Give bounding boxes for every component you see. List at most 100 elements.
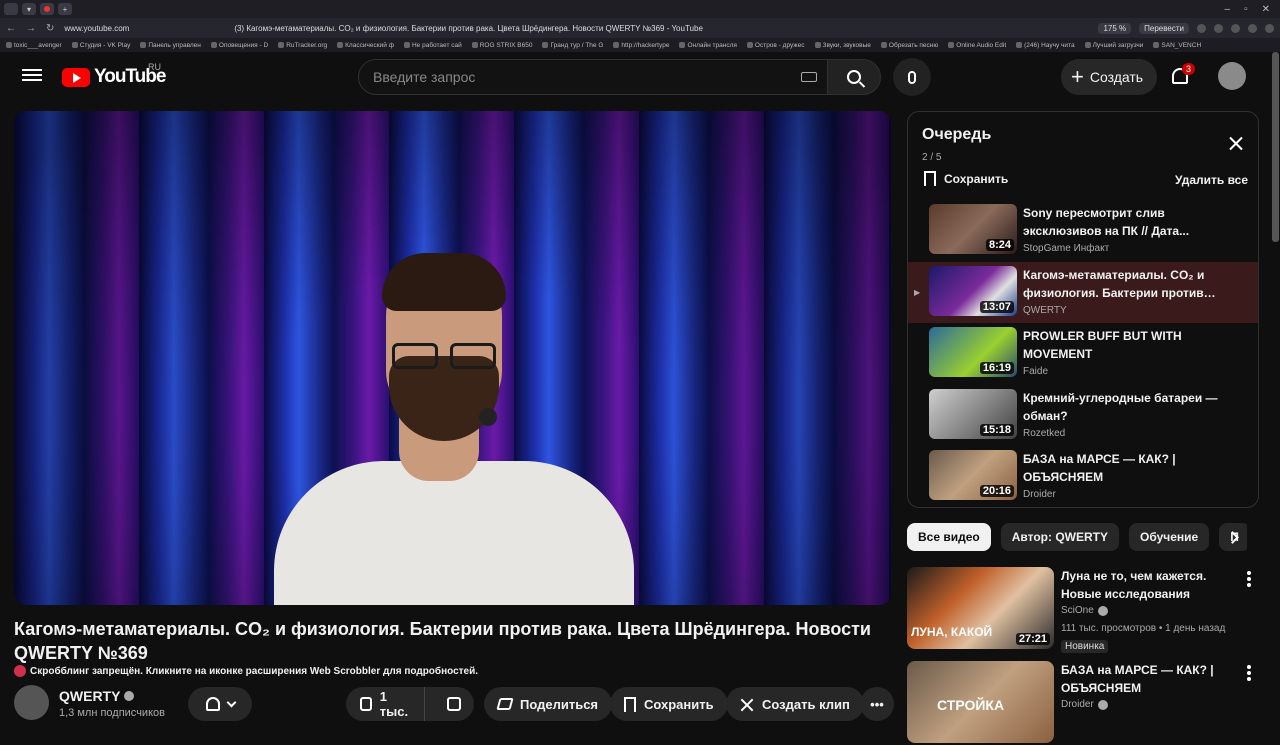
duration-badge: 27:21 [1015, 633, 1050, 645]
keyboard-icon[interactable] [801, 72, 817, 82]
create-label: Создать [1089, 69, 1144, 85]
window-controls: – ▫ ✕ [1225, 4, 1277, 15]
channel-avatar[interactable] [14, 685, 49, 720]
more-actions-button[interactable]: ••• [860, 687, 894, 721]
thumbnail-caption: СТРОЙКА [937, 697, 1005, 713]
duration-badge: 13:07 [979, 300, 1014, 313]
browser-tab-strip: ▾ + – ▫ ✕ [0, 0, 1280, 18]
clip-button[interactable]: Создать клип [726, 687, 864, 721]
queue-item-title: Кагомэ-метаматериалы. CO₂ и физиология. … [1023, 267, 1205, 300]
queue-thumbnail: 16:19 [929, 327, 1017, 377]
extension-icon[interactable] [1214, 23, 1223, 33]
extension-icon[interactable] [1248, 23, 1257, 33]
chevron-down-icon [226, 697, 236, 707]
channel-name-text: Droider [1061, 699, 1094, 710]
bookmark-item[interactable]: Панель управлен [140, 42, 201, 49]
bookmark-item[interactable]: toxic___avenger [6, 42, 62, 49]
like-button[interactable]: 1 тыс. [346, 687, 426, 721]
extension-icon[interactable] [1231, 23, 1240, 33]
queue-panel: Очередь 2 / 5 Сохранить Удалить все 8:24… [907, 111, 1259, 508]
bookmark-item[interactable]: RuTracker.org [278, 42, 327, 49]
chip-learning[interactable]: Обучение [1129, 523, 1210, 551]
queue-thumbnail: 20:16 [929, 450, 1017, 500]
queue-save-button[interactable]: Сохранить [924, 171, 1008, 186]
channel-name-text: SciOne [1061, 605, 1094, 616]
queue-item[interactable]: 20:16 БАЗА на МАРСЕ — КАК? | ОБЪЯСНЯЕМ Dr… [908, 446, 1258, 507]
duration-badge: 15:18 [979, 423, 1014, 436]
queue-thumbnail: 13:07 [929, 265, 1017, 316]
recommendation-item[interactable]: ЛУНА, КАКОЙ 27:21 Луна не то, чем кажетс… [907, 567, 1257, 653]
bookmark-item[interactable]: Остров - дружес [747, 42, 805, 49]
subscription-notifications-button[interactable] [188, 687, 252, 721]
youtube-logo[interactable]: YouTube RU [62, 62, 166, 88]
bookmark-item[interactable]: (246) Научу чита [1016, 42, 1074, 49]
save-button[interactable]: Сохранить [610, 687, 728, 721]
forward-icon[interactable]: → [26, 23, 36, 34]
create-button[interactable]: + Создать [1061, 59, 1158, 95]
like-count: 1 тыс. [379, 689, 409, 719]
recommendation-item[interactable]: СТРОЙКА БАЗА на МАРСЕ — КАК? | ОБЪЯСНЯЕМ… [907, 661, 1257, 745]
queue-item[interactable]: ▶ 13:07 Кагомэ-метаматериалы. CO₂ и физи… [908, 261, 1258, 323]
new-tab-button[interactable]: + [58, 3, 72, 15]
close-icon[interactable] [1226, 134, 1246, 154]
save-label: Сохранить [644, 696, 714, 712]
minimize-icon[interactable]: – [1225, 4, 1231, 15]
bookmark-item[interactable]: ROG STRIX B650 [472, 42, 533, 49]
account-avatar[interactable] [1218, 62, 1246, 90]
queue-item-title: Sony пересмотрит слив эксклюзивов на ПК … [1023, 206, 1190, 238]
browser-tab-menu[interactable]: ▾ [22, 3, 36, 15]
browser-tab-youtube[interactable] [40, 3, 54, 15]
queue-title: Очередь [922, 126, 992, 143]
search-input[interactable] [373, 69, 773, 85]
queue-item[interactable]: 16:19 PROWLER BUFF BUT WITH MOVEMENT Faid… [908, 323, 1258, 385]
extension-icon[interactable] [1197, 23, 1206, 33]
bookmark-item[interactable]: Оповещения - D [211, 42, 268, 49]
url-field[interactable]: www.youtube.com [64, 24, 129, 33]
reload-icon[interactable]: ↻ [46, 23, 54, 34]
presenter-glasses [392, 343, 496, 369]
bookmark-item[interactable]: SAN_VENCH [1153, 42, 1201, 49]
video-player[interactable] [14, 111, 891, 605]
more-vert-icon[interactable] [1247, 665, 1251, 681]
close-window-icon[interactable]: ✕ [1262, 4, 1270, 15]
zoom-indicator[interactable]: 175 % [1098, 22, 1132, 34]
page-scrollbar[interactable] [1272, 52, 1279, 242]
queue-item[interactable]: 15:18 Кремний-углеродные батареи — обман… [908, 385, 1258, 447]
bookmark-item[interactable]: http://hackertype [613, 42, 669, 49]
bookmark-item[interactable]: Online Audio Edit [948, 42, 1006, 49]
chevron-right-icon[interactable] [1226, 530, 1240, 544]
share-button[interactable]: Поделиться [484, 687, 613, 721]
bookmark-item[interactable]: Студия - VK Play [72, 42, 131, 49]
duration-badge: 8:24 [985, 239, 1014, 251]
queue-item-title: PROWLER BUFF BUT WITH MOVEMENT [1023, 329, 1182, 361]
menu-icon[interactable] [20, 66, 44, 86]
recommendation-channel: Droider [1061, 699, 1108, 710]
translate-button[interactable]: Перевести [1139, 22, 1189, 34]
maximize-icon[interactable]: ▫ [1244, 4, 1248, 15]
bookmark-item[interactable]: Гранд тур / The G [542, 42, 603, 49]
plus-icon: + [1071, 64, 1084, 89]
bookmark-item[interactable]: Не работает сай [404, 42, 462, 49]
queue-delete-all-button[interactable]: Удалить все [1175, 173, 1248, 187]
bookmark-item[interactable]: Звуки, звуковые [815, 42, 871, 49]
chip-author[interactable]: Автор: QWERTY [1000, 523, 1119, 551]
voice-search-button[interactable] [893, 58, 931, 96]
queue-list: 8:24 Sony пересмотрит слив эксклюзивов н… [908, 200, 1258, 507]
subscriber-count: 1,3 млн подписчиков [59, 707, 165, 719]
bookmark-item[interactable]: Классический ф [337, 42, 394, 49]
extension-icon[interactable] [1265, 23, 1274, 33]
dislike-button[interactable] [433, 687, 475, 721]
chip-all-videos[interactable]: Все видео [907, 523, 991, 551]
queue-item[interactable]: 8:24 Sony пересмотрит слив эксклюзивов н… [908, 200, 1258, 262]
channel-name[interactable]: QWERTY [59, 688, 135, 704]
back-icon[interactable]: ← [6, 23, 16, 34]
bookmark-item[interactable]: Лучший загрузчи [1085, 42, 1144, 49]
bookmark-item[interactable]: Обрезать песню [881, 42, 938, 49]
presenter-figure [274, 461, 634, 605]
bookmark-item[interactable]: Онлайн трансля [679, 42, 736, 49]
bell-off-icon [205, 697, 220, 711]
search-button[interactable] [827, 59, 881, 95]
more-vert-icon[interactable] [1247, 571, 1251, 587]
queue-item-channel: Faide [1023, 366, 1049, 377]
browser-tab[interactable] [4, 3, 18, 15]
